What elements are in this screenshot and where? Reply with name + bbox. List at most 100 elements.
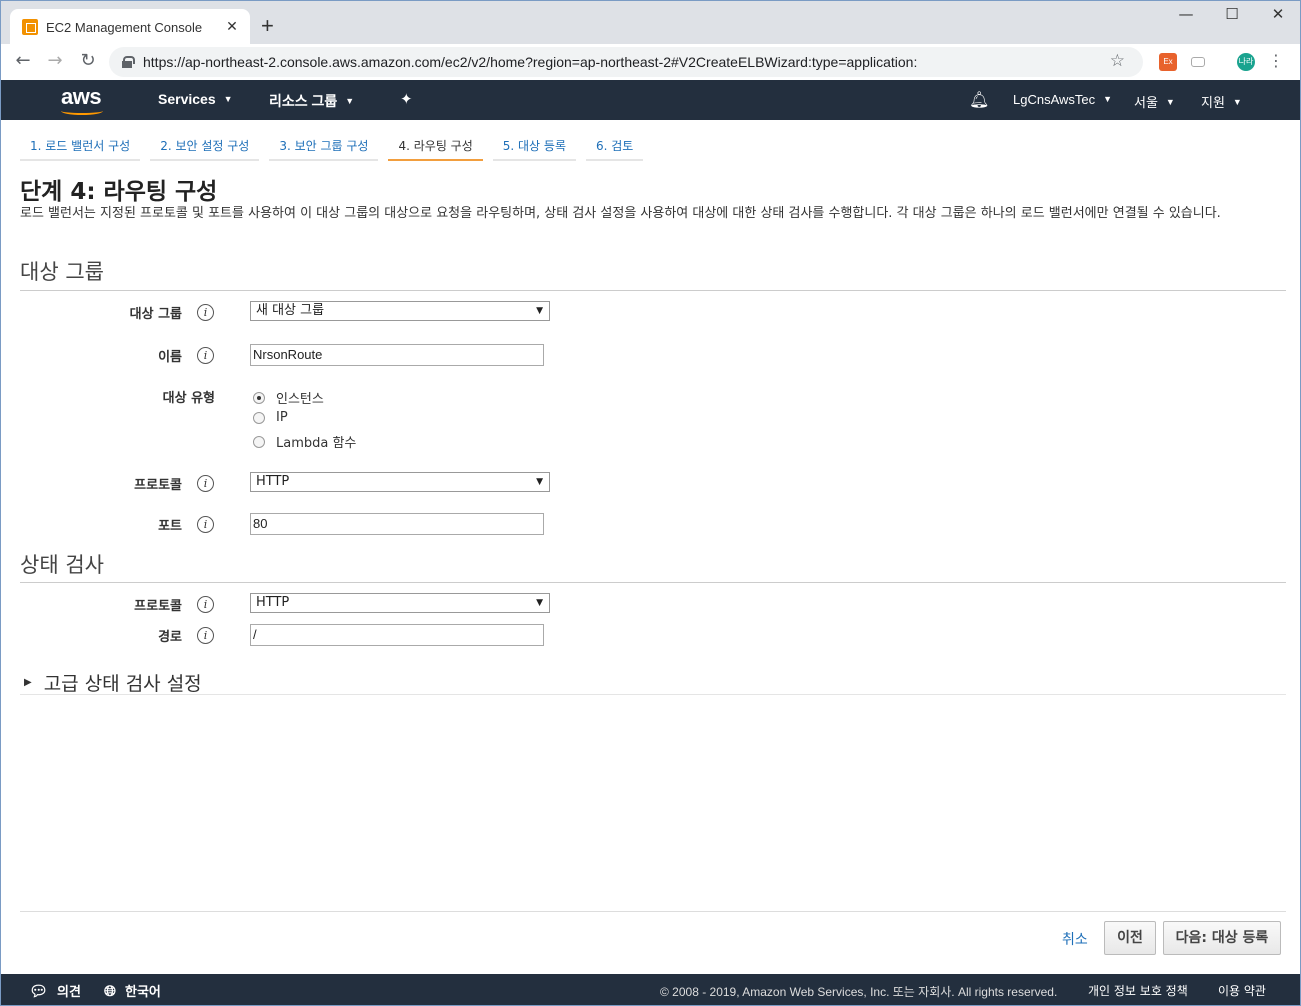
path-input[interactable]: / — [250, 624, 544, 646]
info-icon[interactable]: i — [197, 516, 214, 533]
step-review[interactable]: 6. 검토 — [586, 131, 644, 161]
aws-logo-smile — [61, 107, 103, 115]
region-menu[interactable]: 서울 ▼ — [1134, 92, 1175, 111]
info-icon[interactable]: i — [197, 627, 214, 644]
url-bar[interactable]: https://ap-northeast-2.console.aws.amazo… — [109, 47, 1143, 77]
radio-unchecked[interactable] — [253, 435, 265, 448]
privacy-policy-link[interactable]: 개인 정보 보호 정책 — [1088, 982, 1188, 999]
target-group-section-title: 대상 그룹 — [20, 260, 104, 284]
radio-label: IP — [276, 410, 288, 425]
language-selector[interactable]: 🌐︎ 한국어 — [104, 981, 161, 1001]
info-icon[interactable]: i — [197, 596, 214, 613]
chevron-down-icon: ▼ — [1103, 94, 1113, 104]
chevron-down-icon: ▼ — [1165, 97, 1175, 107]
region-label: 서울 — [1134, 95, 1158, 110]
advanced-health-check-toggle[interactable]: ▶ 고급 상태 검사 설정 — [24, 669, 202, 696]
target-group-select[interactable]: 새 대상 그룹 ▼ — [250, 301, 550, 321]
wizard-steps: 1. 로드 밸런서 구성 2. 보안 설정 구성 3. 보안 그룹 구성 4. … — [20, 131, 653, 161]
protocol-label: 프로토콜 — [134, 478, 182, 493]
section-divider — [20, 694, 1286, 695]
tab-close-icon[interactable]: ✕ — [220, 19, 244, 35]
protocol-select[interactable]: HTTP ▼ — [250, 472, 550, 492]
maximize-button[interactable]: ☐ — [1209, 5, 1255, 23]
copyright-text: © 2008 - 2019, Amazon Web Services, Inc.… — [660, 985, 1058, 999]
support-label: 지원 — [1201, 95, 1225, 110]
reload-icon[interactable]: ↻ — [76, 50, 100, 71]
window-border — [0, 120, 1, 974]
health-check-section-title: 상태 검사 — [20, 553, 104, 577]
next-register-targets-button[interactable]: 다음: 대상 등록 — [1163, 921, 1281, 955]
step-security-settings[interactable]: 2. 보안 설정 구성 — [150, 131, 260, 161]
target-type-instance-radio[interactable]: 인스턴스 — [253, 388, 324, 407]
page-title: 단계 4: 라우팅 구성 — [20, 179, 218, 205]
forward-arrow-icon[interactable]: → — [43, 50, 67, 71]
step-routing[interactable]: 4. 라우팅 구성 — [388, 131, 483, 161]
cancel-link[interactable]: 취소 — [1062, 929, 1088, 949]
health-protocol-select[interactable]: HTTP ▼ — [250, 593, 550, 613]
resource-groups-menu[interactable]: 리소스 그룹 ▼ — [269, 91, 354, 111]
step-register-targets[interactable]: 5. 대상 등록 — [492, 131, 576, 161]
account-label: LgCnsAwsTec — [1013, 92, 1096, 107]
profile-avatar[interactable]: 나라 — [1237, 53, 1255, 71]
advanced-health-check-label: 고급 상태 검사 설정 — [43, 673, 202, 695]
radio-checked[interactable] — [253, 391, 265, 404]
radio-label: 인스턴스 — [276, 392, 324, 407]
minimize-button[interactable]: — — [1163, 5, 1209, 23]
aws-top-nav: aws Services ▼ 리소스 그룹 ▼ ✦ 🔔︎ LgCnsAwsTec ▼ … — [0, 80, 1301, 120]
page-description: 로드 밸런서는 지정된 프로토콜 및 포트를 사용하여 이 대상 그룹의 대상으… — [20, 206, 1221, 221]
info-icon[interactable]: i — [197, 475, 214, 492]
globe-icon: 🌐︎ — [104, 981, 117, 1000]
feedback-link[interactable]: 💬︎ 의견 — [29, 981, 81, 1001]
address-bar-row: ← → ↻ https://ap-northeast-2.console.aws… — [0, 44, 1301, 80]
health-protocol-label: 프로토콜 — [134, 599, 182, 614]
path-label: 경로 — [158, 630, 182, 645]
dropdown-arrow-icon: ▼ — [536, 598, 543, 608]
target-group-select-value: 새 대상 그룹 — [256, 303, 325, 318]
radio-unchecked[interactable] — [253, 411, 265, 424]
extension-icon[interactable]: Ex — [1159, 53, 1177, 71]
services-label: Services — [158, 91, 216, 107]
lock-icon — [121, 56, 135, 68]
speech-bubble-icon: 💬︎ — [29, 981, 49, 1000]
step-configure-lb[interactable]: 1. 로드 밸런서 구성 — [20, 131, 141, 161]
cast-icon[interactable] — [1191, 57, 1205, 67]
services-menu[interactable]: Services ▼ — [158, 91, 233, 107]
section-divider — [20, 582, 1286, 583]
bell-icon[interactable]: 🔔︎ — [969, 90, 989, 109]
browser-tab[interactable]: EC2 Management Console ✕ — [10, 9, 250, 45]
new-tab-button[interactable]: + — [261, 13, 274, 39]
target-type-ip-radio[interactable]: IP — [253, 410, 288, 425]
info-icon[interactable]: i — [197, 347, 214, 364]
radio-label: Lambda 함수 — [276, 436, 357, 451]
port-label: 포트 — [158, 519, 182, 534]
target-group-label: 대상 그룹 — [129, 307, 182, 322]
name-label: 이름 — [158, 350, 182, 365]
target-type-label: 대상 유형 — [162, 391, 215, 406]
info-icon[interactable]: i — [197, 304, 214, 321]
port-input[interactable]: 80 — [250, 513, 544, 535]
name-input[interactable]: NrsonRoute — [250, 344, 544, 366]
actions-divider — [20, 911, 1286, 912]
url-text: https://ap-northeast-2.console.aws.amazo… — [143, 54, 918, 70]
health-protocol-select-value: HTTP — [256, 595, 290, 610]
chevron-down-icon: ▼ — [1232, 97, 1242, 107]
console-footer: 💬︎ 의견 🌐︎ 한국어 © 2008 - 2019, Amazon Web Ser… — [0, 974, 1301, 1006]
protocol-select-value: HTTP — [256, 474, 290, 489]
chevron-down-icon: ▼ — [345, 96, 355, 106]
dropdown-arrow-icon: ▼ — [536, 306, 543, 316]
dropdown-arrow-icon: ▼ — [536, 477, 543, 487]
pin-icon[interactable]: ✦ — [400, 90, 413, 108]
support-menu[interactable]: 지원 ▼ — [1201, 92, 1242, 111]
previous-button[interactable]: 이전 — [1104, 921, 1156, 955]
terms-link[interactable]: 이용 약관 — [1218, 982, 1266, 999]
close-window-button[interactable]: ✕ — [1255, 5, 1301, 23]
step-security-groups[interactable]: 3. 보안 그룹 구성 — [269, 131, 379, 161]
account-menu[interactable]: LgCnsAwsTec ▼ — [1013, 92, 1112, 107]
bookmark-star-icon[interactable]: ☆ — [1110, 51, 1125, 71]
section-divider — [20, 290, 1286, 291]
target-type-lambda-radio[interactable]: Lambda 함수 — [253, 432, 356, 451]
resource-groups-label: 리소스 그룹 — [269, 93, 338, 109]
aws-favicon-icon — [22, 19, 38, 35]
back-arrow-icon[interactable]: ← — [11, 50, 35, 71]
browser-menu-icon[interactable]: ⋮ — [1268, 51, 1284, 70]
